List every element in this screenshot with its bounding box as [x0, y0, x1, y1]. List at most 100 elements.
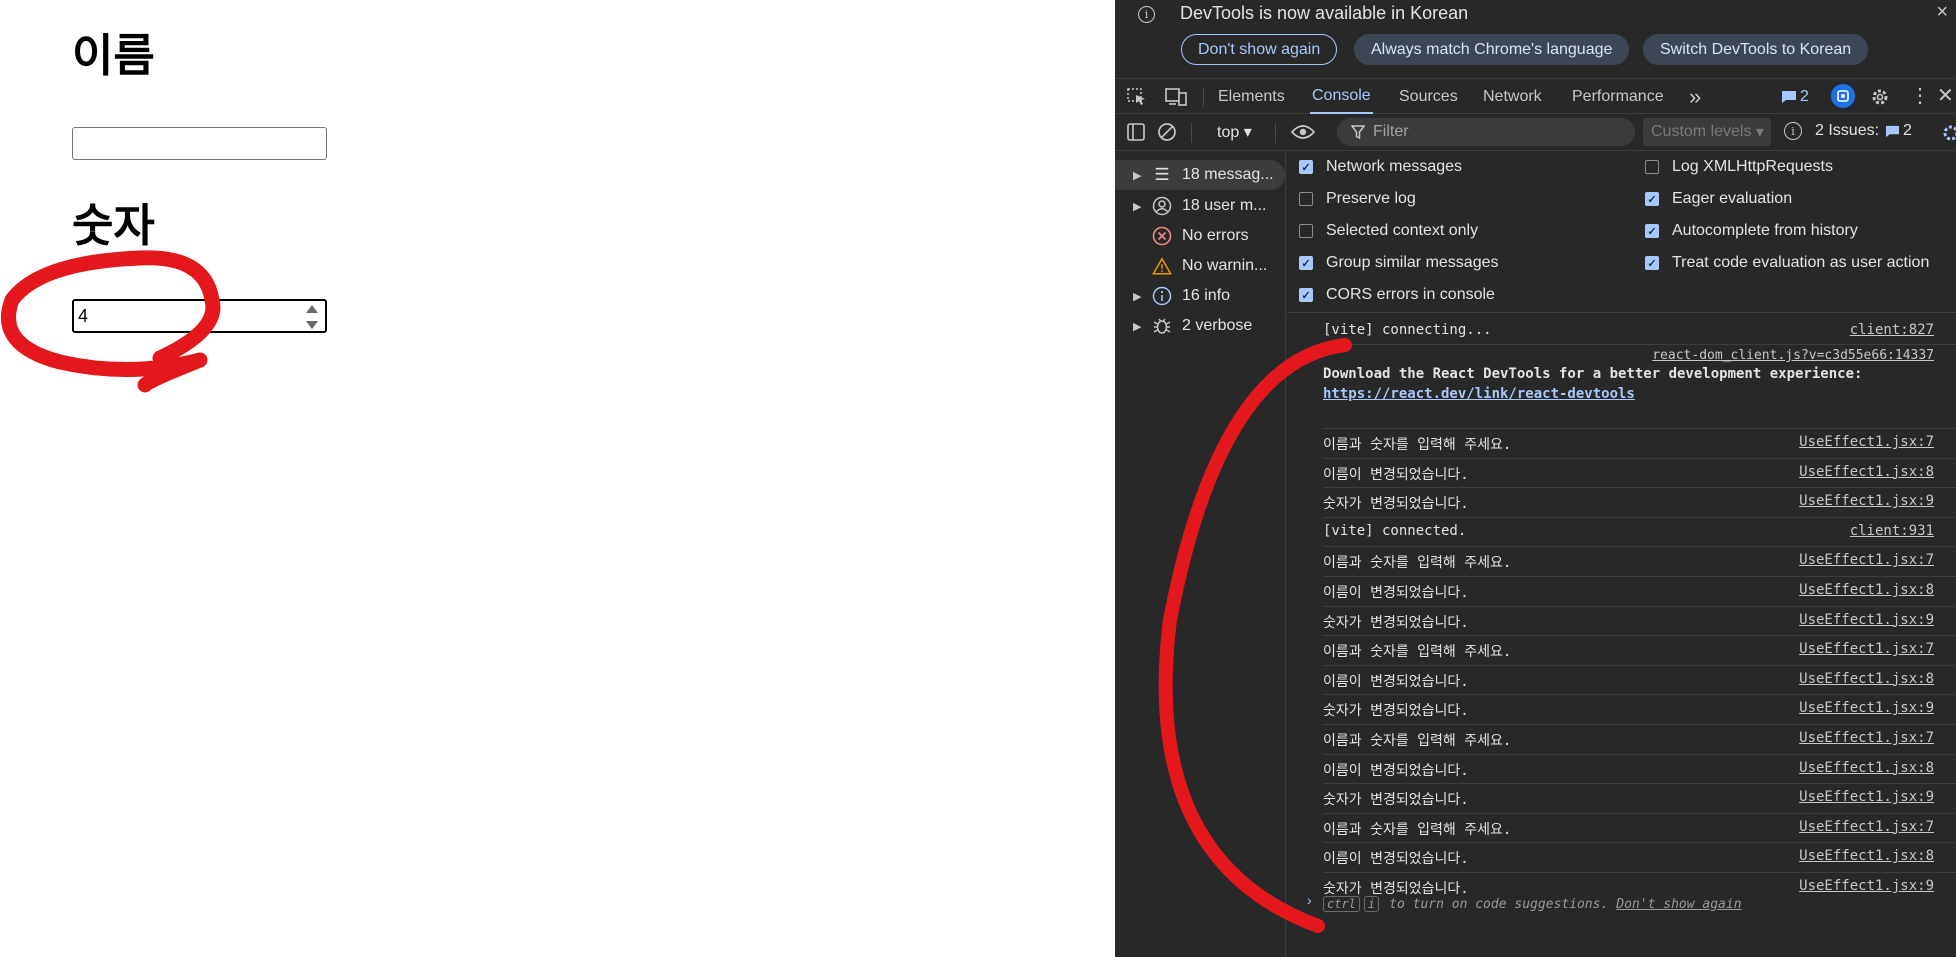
settings-gear-icon[interactable]: [1870, 87, 1890, 107]
row-divider: [1323, 605, 1956, 607]
tab-sources[interactable]: Sources: [1397, 79, 1460, 114]
log-source-link[interactable]: UseEffect1.jsx:9: [1799, 700, 1934, 716]
log-message: 숫자가 변경되었습니다.: [1323, 496, 1469, 513]
more-tabs-icon[interactable]: »: [1687, 79, 1703, 114]
language-infobar: i DevTools is now available in Korean × …: [1115, 0, 1956, 72]
checkbox-box[interactable]: ✓: [1645, 224, 1659, 238]
sidebar-item-info[interactable]: ▶ 16 info: [1115, 281, 1285, 311]
sidebar-item-warnings[interactable]: No warnin...: [1115, 251, 1285, 281]
spin-up-icon[interactable]: [306, 305, 318, 313]
ctrl-key: ctrl: [1323, 896, 1360, 912]
close-icon[interactable]: ×: [1936, 1, 1948, 24]
row-divider: [1323, 664, 1956, 666]
console-settings-icon[interactable]: [1941, 123, 1956, 143]
log-message: [vite] connected.: [1323, 522, 1467, 539]
sidebar-toggle-icon[interactable]: [1127, 123, 1145, 141]
checkbox-box[interactable]: ✓: [1645, 256, 1659, 270]
log-source-link[interactable]: react-dom_client.js?v=c3d55e66:14337: [1652, 348, 1934, 363]
log-source-link[interactable]: UseEffect1.jsx:8: [1799, 760, 1934, 776]
filter-input[interactable]: Filter: [1337, 118, 1635, 146]
always-match-language-button[interactable]: Always match Chrome's language: [1354, 34, 1630, 65]
log-source-link[interactable]: UseEffect1.jsx:7: [1799, 434, 1934, 450]
dont-show-again-button[interactable]: Don't show again: [1181, 34, 1338, 65]
name-input[interactable]: [72, 127, 327, 160]
row-divider: [1323, 487, 1956, 489]
tab-elements[interactable]: Elements: [1216, 79, 1287, 114]
checkbox-group-similar[interactable]: ✓ Group similar messages: [1299, 254, 1499, 272]
log-source-link[interactable]: client:931: [1850, 523, 1934, 539]
log-message: 이름이 변경되었습니다.: [1323, 585, 1469, 601]
sidebar-item-messages[interactable]: ▶ ☰ 18 messag...: [1115, 160, 1285, 190]
tab-console[interactable]: Console: [1310, 79, 1373, 114]
expand-caret-icon[interactable]: ▶: [1133, 200, 1141, 213]
checkbox-box[interactable]: ✓: [1299, 160, 1313, 174]
expand-caret-icon[interactable]: ▶: [1133, 169, 1141, 182]
context-selector[interactable]: top ▾: [1217, 122, 1252, 142]
row-divider: [1323, 724, 1956, 725]
checkbox-eager-evaluation[interactable]: ✓ Eager evaluation: [1645, 190, 1792, 208]
row-divider: [1323, 783, 1956, 785]
issues-button[interactable]: 2 Issues: 2: [1815, 122, 1912, 140]
checkbox-treat-code-eval[interactable]: ✓ Treat code evaluation as user action: [1645, 254, 1929, 272]
checkbox-cors-errors[interactable]: ✓ CORS errors in console: [1299, 286, 1495, 304]
tab-performance[interactable]: Performance: [1570, 79, 1666, 114]
sidebar-item-verbose[interactable]: ▶ 2 verbose: [1115, 311, 1285, 341]
infobar-message: DevTools is now available in Korean: [1180, 3, 1469, 23]
checkbox-selected-context[interactable]: Selected context only: [1299, 222, 1478, 240]
log-source-link[interactable]: UseEffect1.jsx:8: [1799, 848, 1934, 864]
tab-network[interactable]: Network: [1481, 79, 1544, 114]
sidebar-item-user-messages[interactable]: ▶ 18 user m...: [1115, 191, 1285, 221]
log-source-link[interactable]: UseEffect1.jsx:9: [1799, 878, 1934, 894]
device-toolbar-icon[interactable]: [1165, 88, 1187, 106]
checkbox-autocomplete-history[interactable]: ✓ Autocomplete from history: [1645, 222, 1858, 240]
log-message: 숫자가 변경되었습니다.: [1323, 881, 1469, 897]
expand-caret-icon[interactable]: ▶: [1133, 290, 1141, 303]
warning-icon: [1152, 257, 1172, 275]
log-source-link[interactable]: UseEffect1.jsx:7: [1799, 641, 1934, 657]
checkbox-box[interactable]: [1299, 224, 1313, 238]
issues-info-icon[interactable]: i: [1784, 122, 1802, 140]
inspect-element-icon[interactable]: [1127, 88, 1147, 106]
hint-text: to turn on code suggestions.: [1389, 896, 1609, 912]
react-devtools-link[interactable]: https://react.dev/link/react-devtools: [1323, 386, 1635, 402]
checkbox-network-messages[interactable]: ✓ Network messages: [1299, 158, 1462, 176]
log-source-link[interactable]: UseEffect1.jsx:7: [1799, 730, 1934, 746]
log-source-link[interactable]: UseEffect1.jsx:9: [1799, 789, 1934, 805]
log-source-link[interactable]: UseEffect1.jsx:8: [1799, 582, 1934, 598]
ai-assistance-icon[interactable]: [1831, 84, 1855, 108]
sidebar-item-errors[interactable]: No errors: [1115, 221, 1285, 251]
number-input-value: 4: [78, 305, 89, 326]
number-spinner[interactable]: [305, 305, 319, 329]
messages-badge[interactable]: 2: [1779, 79, 1811, 114]
expand-caret-icon[interactable]: ▶: [1133, 320, 1141, 333]
row-divider: [1323, 428, 1956, 429]
kebab-menu-icon[interactable]: ⋮: [1910, 83, 1930, 108]
number-input[interactable]: 4: [72, 299, 327, 333]
checkbox-preserve-log[interactable]: Preserve log: [1299, 190, 1416, 208]
log-levels-dropdown[interactable]: Custom levels ▾: [1643, 118, 1771, 146]
log-source-link[interactable]: client:827: [1850, 322, 1934, 338]
checkbox-box[interactable]: [1645, 160, 1659, 174]
switch-to-korean-button[interactable]: Switch DevTools to Korean: [1643, 34, 1869, 65]
checkbox-box[interactable]: ✓: [1299, 256, 1313, 270]
log-source-link[interactable]: UseEffect1.jsx:7: [1799, 552, 1934, 568]
console-prompt-icon[interactable]: ›: [1307, 892, 1312, 908]
checkbox-box[interactable]: ✓: [1299, 288, 1313, 302]
log-source-link[interactable]: UseEffect1.jsx:8: [1799, 671, 1934, 687]
i-key: i: [1363, 896, 1380, 912]
spin-down-icon[interactable]: [306, 321, 318, 329]
clear-console-icon[interactable]: [1157, 122, 1177, 142]
log-message: 이름이 변경되었습니다.: [1323, 673, 1469, 690]
log-source-link[interactable]: UseEffect1.jsx:8: [1799, 464, 1934, 480]
dont-show-again-link[interactable]: Don't show again: [1616, 897, 1741, 912]
checkbox-box[interactable]: [1299, 192, 1313, 206]
log-source-link[interactable]: UseEffect1.jsx:9: [1799, 493, 1934, 509]
close-devtools-icon[interactable]: ✕: [1937, 83, 1954, 108]
checkbox-box[interactable]: ✓: [1645, 192, 1659, 206]
log-source-link[interactable]: UseEffect1.jsx:9: [1799, 612, 1934, 628]
console-toolbar: top ▾ Filter Custom levels ▾ i 2 Issues:…: [1115, 115, 1956, 151]
checkbox-log-xhr[interactable]: Log XMLHttpRequests: [1645, 158, 1833, 176]
eye-icon[interactable]: [1291, 124, 1315, 140]
log-source-link[interactable]: UseEffect1.jsx:7: [1799, 819, 1934, 835]
row-divider: [1323, 872, 1956, 873]
